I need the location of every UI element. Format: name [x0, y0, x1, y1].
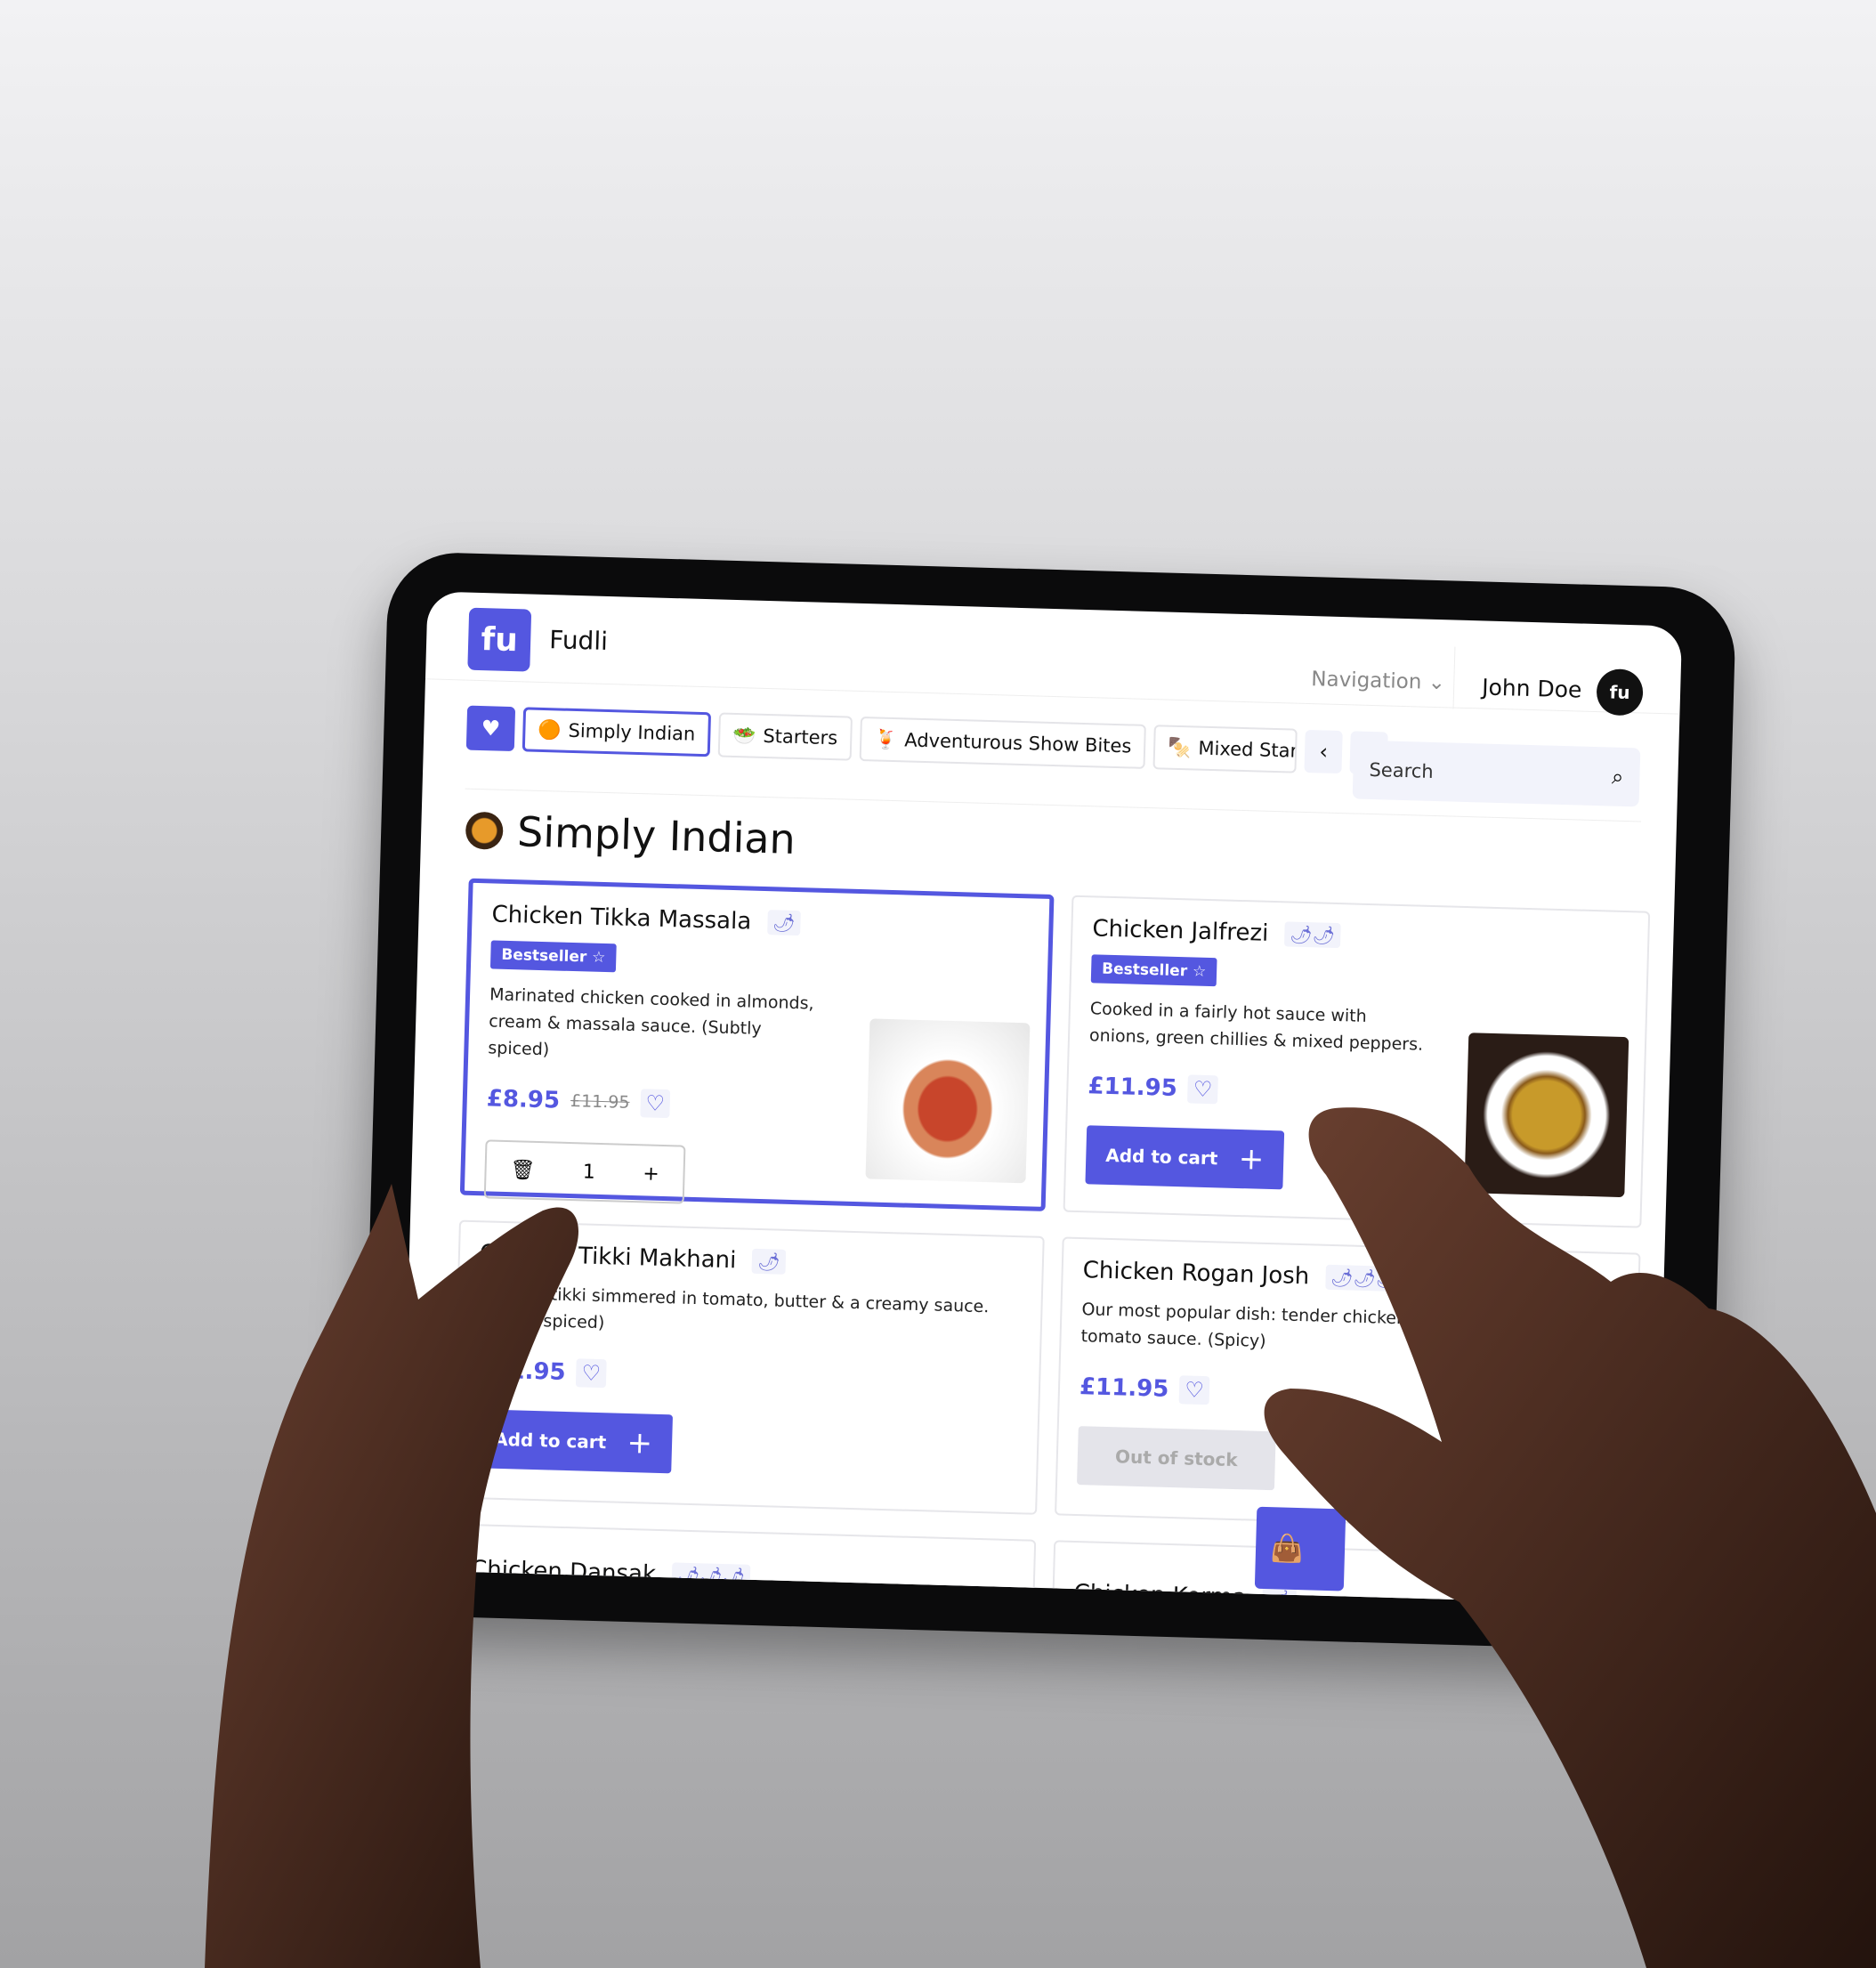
curry-icon: [465, 811, 504, 850]
tab-label: Starters: [763, 725, 838, 749]
quantity-value: 1: [582, 1160, 596, 1184]
tab-label: Adventurous Show Bites: [903, 729, 1132, 757]
out-of-stock-button: Out of stock: [1076, 1426, 1276, 1491]
chili-icon: 🌶: [766, 910, 802, 936]
old-price: £11.95: [570, 1091, 630, 1113]
plus-icon[interactable]: +: [643, 1162, 659, 1186]
heart-icon[interactable]: ♡: [576, 1358, 607, 1389]
search-box: ⌕: [1352, 740, 1641, 807]
item-description: Our most popular dish: tender chicken co…: [1080, 1300, 1618, 1351]
app-screen: fu Fudli Navigation ⌄ John Doe fu ♥ 🟠 Sim…: [400, 591, 1683, 1606]
item-price: £11.95: [475, 1357, 567, 1386]
tab-label: Simply Indian: [568, 719, 696, 745]
shopping-bag-icon: 👜: [1269, 1532, 1305, 1565]
menu-item-card[interactable]: Chicken Jalfrezi 🌶🌶 Bestseller ☆ Cooked i…: [1063, 895, 1651, 1228]
search-icon[interactable]: ⌕: [1612, 765, 1624, 790]
chili-icon: 🌶🌶: [1283, 921, 1341, 949]
item-name: Chicken Rogan Josh: [1082, 1257, 1310, 1291]
trash-icon[interactable]: 🗑: [510, 1159, 536, 1182]
item-name: Chicken Tikka Massala: [491, 901, 752, 935]
add-to-cart-button[interactable]: Add to cart +: [1085, 1125, 1285, 1190]
button-label: Add to cart: [1105, 1144, 1218, 1170]
heart-icon[interactable]: ♡: [1178, 1375, 1210, 1405]
skewer-icon: 🍢: [1167, 736, 1192, 758]
menu-grid: Chicken Tikka Massala 🌶 Bestseller ☆ Mari…: [448, 878, 1651, 1606]
favorites-button[interactable]: ♥: [465, 705, 516, 752]
curry-icon: 🟠: [538, 718, 562, 741]
item-image: [865, 1018, 1031, 1184]
cocktail-icon: 🍹: [873, 727, 898, 750]
tab-adventurous-show-bites[interactable]: 🍹 Adventurous Show Bites: [859, 716, 1147, 769]
item-description: Chicken tikki simmered in tomato, butter…: [477, 1283, 990, 1333]
item-description: Marinated chicken cooked in almonds, cre…: [488, 984, 814, 1060]
header: fu Fudli Navigation ⌄ John Doe fu: [425, 591, 1683, 717]
quantity-stepper: 🗑 1 +: [483, 1139, 686, 1204]
heart-icon: ♥: [481, 716, 501, 741]
tablet-device: fu Fudli Navigation ⌄ John Doe fu ♥ 🟠 Sim…: [359, 551, 1737, 1652]
tab-label: Mixed Starters: [1198, 737, 1298, 763]
user-name[interactable]: John Doe: [1482, 674, 1582, 702]
chevron-left-icon: ‹: [1319, 739, 1329, 765]
heart-icon[interactable]: ♡: [1187, 1074, 1218, 1105]
item-name: Chicken Tikki Makhani: [479, 1240, 737, 1275]
bestseller-badge: Bestseller ☆: [489, 940, 617, 973]
item-name: Chicken Dansak: [470, 1556, 657, 1588]
button-label: Add to cart: [493, 1428, 607, 1454]
item-name: Chicken Korma: [1073, 1580, 1248, 1606]
plus-icon: +: [1238, 1141, 1265, 1178]
section-title: Simply Indian: [465, 806, 796, 863]
category-tabs: ♥ 🟠 Simply Indian 🥗 Starters 🍹 Adventurous …: [465, 705, 1388, 776]
avatar[interactable]: fu: [1596, 668, 1644, 717]
add-to-cart-button[interactable]: Add to cart +: [473, 1409, 674, 1474]
item-image: [1464, 1033, 1629, 1198]
item-description: Cooked in a fairly hot sauce with onions…: [1088, 999, 1424, 1055]
chevron-down-icon: ⌄: [1427, 670, 1446, 695]
menu-item-card[interactable]: Chicken Rogan Josh 🌶🌶🌶 Our most popular d…: [1055, 1236, 1641, 1532]
heart-icon[interactable]: ♡: [640, 1089, 671, 1119]
bestseller-badge: Bestseller ☆: [1090, 954, 1217, 987]
bowl-icon: 🥗: [732, 724, 756, 747]
page-title: Simply Indian: [516, 807, 796, 863]
tab-starters[interactable]: 🥗 Starters: [717, 712, 853, 761]
chili-icon: 🌶: [751, 1248, 787, 1275]
navigation-dropdown[interactable]: Navigation ⌄: [1311, 668, 1445, 694]
cart-button[interactable]: 👜: [1254, 1506, 1346, 1591]
scroll-left-button[interactable]: ‹: [1304, 729, 1343, 774]
item-price: £11.95: [1079, 1373, 1169, 1403]
brand-name: Fudli: [548, 625, 609, 656]
chili-icon: 🌶🌶🌶: [1324, 1264, 1404, 1292]
menu-item-card[interactable]: Chicken Dansak 🌶🌶🌶: [448, 1523, 1037, 1606]
item-price: £8.95: [486, 1085, 561, 1114]
divider: [1452, 646, 1456, 709]
item-price: £11.95: [1088, 1073, 1178, 1103]
navigation-label: Navigation: [1310, 668, 1422, 694]
menu-item-card[interactable]: Chicken Tikka Massala 🌶 Bestseller ☆ Mari…: [459, 878, 1055, 1211]
menu-item-card[interactable]: Chicken Tikki Makhani 🌶 Chicken tikki sim…: [451, 1219, 1045, 1515]
tab-mixed-starters[interactable]: 🍢 Mixed Starters: [1152, 725, 1298, 773]
tab-simply-indian[interactable]: 🟠 Simply Indian: [522, 707, 711, 757]
plus-icon: +: [627, 1424, 653, 1462]
search-input[interactable]: [1369, 758, 1583, 787]
logo[interactable]: fu: [467, 607, 532, 672]
chili-icon: 🌶🌶🌶: [671, 1562, 751, 1590]
item-name: Chicken Jalfrezi: [1092, 915, 1269, 947]
